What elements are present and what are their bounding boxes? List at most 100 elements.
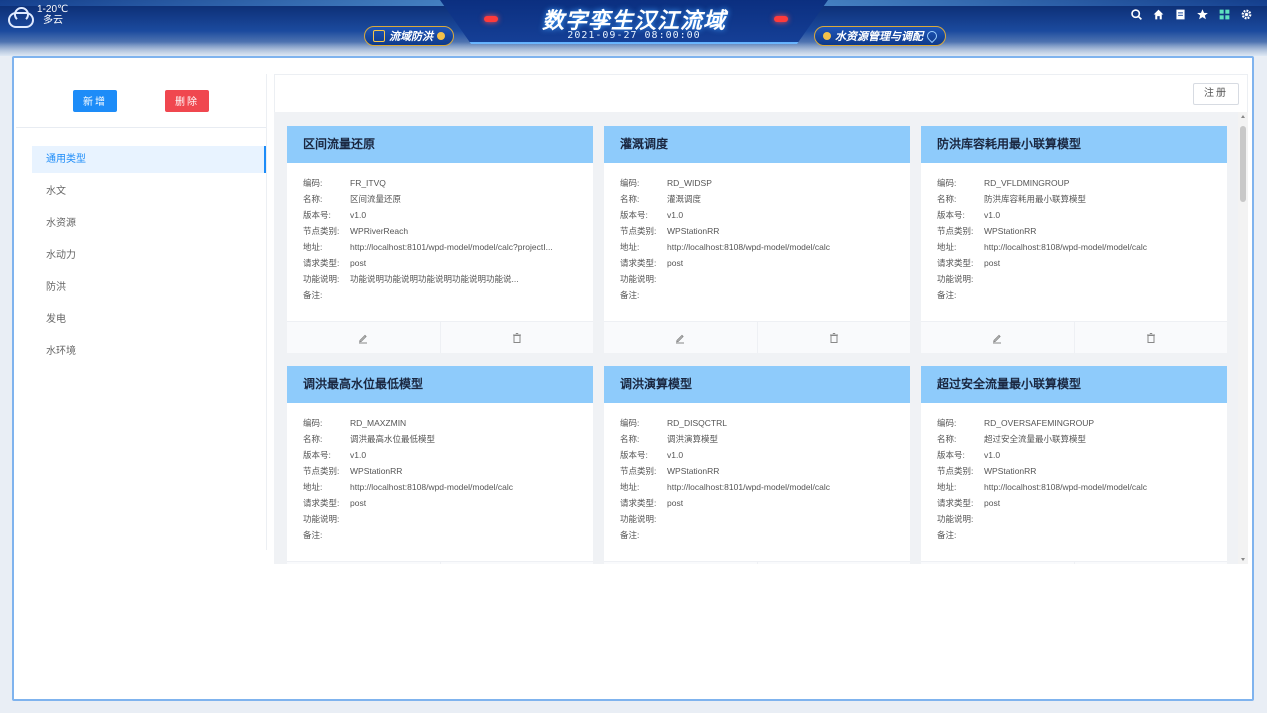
- category-item-hydrodynamics[interactable]: 水动力: [16, 242, 266, 269]
- field-label: 备注:: [303, 290, 323, 300]
- category-item-water-resources[interactable]: 水资源: [16, 210, 266, 237]
- field-value: post: [350, 258, 367, 268]
- field-label: 功能说明:: [620, 514, 657, 524]
- vertical-scrollbar[interactable]: [1238, 112, 1248, 564]
- top-header: 1-20℃ 多云 数字孪生汉江流域 2021-09-27 08:00:00 流域…: [0, 0, 1267, 56]
- field-label: 节点类别:: [937, 226, 974, 236]
- nav-tab-water-resources[interactable]: 水资源管理与调配: [814, 26, 946, 46]
- field-value: [984, 287, 1211, 303]
- field-node-type: 节点类别: WPStationRR: [937, 223, 1211, 239]
- edit-button[interactable]: [604, 322, 757, 353]
- field-description: 功能说明:: [620, 511, 894, 527]
- edit-button[interactable]: [287, 562, 440, 564]
- field-description: 功能说明:: [620, 271, 894, 287]
- field-label: 备注:: [620, 290, 640, 300]
- field-value: 调洪最高水位最低模型: [350, 434, 436, 444]
- field-address: 地址: http://localhost:8108/wpd-model/model…: [937, 479, 1211, 495]
- field-label: 请求类型:: [620, 498, 657, 508]
- field-value: 调洪演算模型: [667, 434, 719, 444]
- card-body: 编码: RD_VFLDMINGROUP 名称: 防洪库容耗用最小联算模型 版本号: v…: [921, 163, 1227, 321]
- delete-button[interactable]: 删除: [165, 89, 209, 112]
- water-drop-icon: [924, 28, 940, 44]
- field-value: 灌溉调度: [667, 194, 702, 204]
- field-label: 地址:: [620, 242, 640, 252]
- card-actions: [287, 321, 593, 353]
- home-icon[interactable]: [1152, 8, 1165, 21]
- field-value: [667, 287, 894, 303]
- category-item-water-environment[interactable]: 水环境: [16, 338, 266, 365]
- field-version: 版本号: v1.0: [937, 447, 1211, 463]
- field-label: 编码:: [937, 418, 957, 428]
- field-label: 地址:: [303, 482, 323, 492]
- scroll-down-icon[interactable]: [1241, 558, 1245, 561]
- scroll-up-icon[interactable]: [1241, 115, 1245, 118]
- datetime: 2021-09-27 08:00:00: [567, 30, 701, 41]
- field-label: 版本号:: [303, 450, 331, 460]
- field-node-type: 节点类别: WPRiverReach: [303, 223, 577, 239]
- field-label: 编码:: [303, 178, 323, 188]
- edit-button[interactable]: [604, 562, 757, 564]
- trash-button[interactable]: [1073, 562, 1228, 564]
- cloud-icon: [6, 6, 34, 28]
- field-label: 名称:: [620, 434, 640, 444]
- category-item-hydrology[interactable]: 水文: [16, 178, 266, 205]
- trash-button[interactable]: [439, 322, 594, 353]
- indicator-right: [774, 16, 788, 22]
- field-remark: 备注:: [937, 287, 1211, 303]
- trash-button[interactable]: [756, 322, 911, 353]
- field-remark: 备注:: [937, 527, 1211, 543]
- field-version: 版本号: v1.0: [620, 207, 894, 223]
- scroll-thumb[interactable]: [1240, 126, 1246, 202]
- card-title: 区间流量还原: [287, 126, 593, 163]
- add-button[interactable]: 新增: [73, 89, 117, 112]
- search-icon[interactable]: [1130, 8, 1143, 21]
- field-version: 版本号: v1.0: [303, 207, 577, 223]
- edit-icon: [359, 334, 368, 343]
- category-item-general[interactable]: 通用类型: [32, 146, 266, 173]
- model-card-grid[interactable]: 区间流量还原 编码: FR_ITVQ 名称: 区间流量还原 版本号: v1.0 节点类…: [274, 112, 1248, 564]
- weather-desc: 多云: [43, 15, 63, 26]
- model-card: 调洪演算模型 编码: RD_DISQCTRL 名称: 调洪演算模型 版本号: v1.0…: [604, 366, 910, 564]
- field-name: 名称: 灌溉调度: [620, 191, 894, 207]
- category-item-flood-control[interactable]: 防洪: [16, 274, 266, 301]
- nav-tab-flood-control[interactable]: 流域防洪: [364, 26, 454, 46]
- edit-button[interactable]: [921, 322, 1074, 353]
- field-request-type: 请求类型: post: [937, 495, 1211, 511]
- field-value: 防洪库容耗用最小联算模型: [984, 194, 1087, 204]
- trash-icon: [829, 332, 838, 343]
- field-request-type: 请求类型: post: [303, 255, 577, 271]
- field-name: 名称: 防洪库容耗用最小联算模型: [937, 191, 1211, 207]
- edit-button[interactable]: [921, 562, 1074, 564]
- trash-button[interactable]: [439, 562, 594, 564]
- trash-button[interactable]: [756, 562, 911, 564]
- field-version: 版本号: v1.0: [620, 447, 894, 463]
- field-label: 节点类别:: [303, 226, 340, 236]
- field-label: 备注:: [937, 530, 957, 540]
- document-icon[interactable]: [1174, 8, 1187, 21]
- card-actions: [604, 561, 910, 564]
- category-list: 通用类型 水文 水资源 水动力 防洪 发电 水环境: [16, 146, 266, 365]
- trash-icon: [1146, 332, 1155, 343]
- edit-button[interactable]: [287, 322, 440, 353]
- field-value: v1.0: [350, 450, 367, 460]
- field-version: 版本号: v1.0: [937, 207, 1211, 223]
- trash-button[interactable]: [1073, 322, 1228, 353]
- field-label: 请求类型:: [937, 498, 974, 508]
- field-label: 节点类别:: [620, 226, 657, 236]
- field-request-type: 请求类型: post: [937, 255, 1211, 271]
- category-item-power[interactable]: 发电: [16, 306, 266, 333]
- edit-icon: [993, 334, 1002, 343]
- gear-icon[interactable]: [1240, 8, 1253, 21]
- field-value: post: [667, 498, 684, 508]
- field-value: WPStationRR: [667, 226, 720, 236]
- star-icon[interactable]: [1196, 8, 1209, 21]
- field-label: 功能说明:: [303, 514, 340, 524]
- register-button[interactable]: 注册: [1193, 83, 1239, 105]
- field-code: 编码: RD_MAXZMIN: [303, 415, 577, 431]
- grid-icon[interactable]: [1218, 8, 1231, 21]
- card-actions: [921, 561, 1227, 564]
- field-label: 请求类型:: [620, 258, 657, 268]
- field-label: 编码:: [937, 178, 957, 188]
- ornament-icon: [437, 32, 445, 40]
- field-address: 地址: http://localhost:8101/wpd-model/model…: [620, 479, 894, 495]
